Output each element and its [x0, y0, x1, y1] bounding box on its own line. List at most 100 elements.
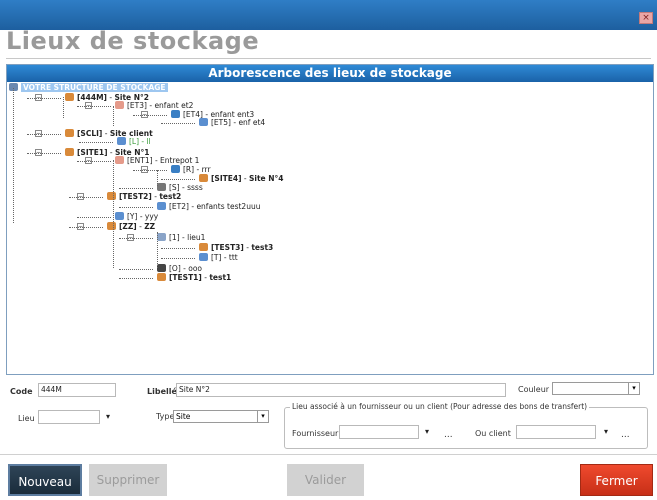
title-bar: × [0, 0, 657, 30]
shelf-icon [199, 118, 208, 126]
site-icon [107, 192, 116, 200]
building-icon [115, 156, 124, 164]
tree-connector [119, 278, 153, 279]
tree-node-label: enf et4 [238, 118, 266, 127]
building-icon [115, 101, 124, 109]
tree-node-label: test1 [209, 273, 232, 282]
pie-icon [171, 110, 180, 118]
tree-node-code: [444M] [77, 93, 107, 102]
pie-icon [171, 165, 180, 173]
lieu-field[interactable] [38, 410, 100, 424]
fournisseur-label: Fournisseur [292, 429, 339, 438]
tree-connector [157, 232, 158, 268]
tree-connector [161, 258, 195, 259]
supprimer-button[interactable]: Supprimer [89, 464, 167, 496]
tree-node-code: [ET5] [211, 118, 231, 127]
tree-node-separator: - [137, 212, 145, 221]
lieu-dropdown-icon[interactable]: ▾ [106, 412, 110, 421]
chevron-down-icon: ▾ [257, 411, 268, 422]
tree-node[interactable]: [L] - ll [117, 137, 151, 147]
tree-connector [63, 97, 64, 118]
site-icon [65, 93, 74, 101]
tree-connector [77, 161, 111, 162]
tree-node[interactable]: [T] - ttt [199, 253, 238, 263]
site-icon [199, 243, 208, 251]
client-dropdown-icon[interactable]: ▾ [604, 427, 608, 436]
tree-node[interactable]: − [1] - lieu1 [127, 233, 205, 243]
tree-node[interactable]: − [TEST2] - test2 [77, 192, 181, 202]
chevron-down-icon: ▾ [628, 383, 639, 394]
tree-node-label: ttt [228, 253, 238, 262]
tree-node-label: ZZ [144, 222, 156, 231]
site-icon [65, 129, 74, 137]
couleur-select[interactable]: ▾ [552, 382, 640, 395]
shelf-icon [199, 253, 208, 261]
tree-node-code: [ENT1] [127, 156, 153, 165]
tree-node-code: [1] [169, 233, 180, 242]
close-button[interactable]: × [639, 12, 653, 24]
libelle-label: Libellé [147, 387, 177, 396]
tree-root[interactable]: VOTRE STRUCTURE DE STOCKAGE [9, 83, 168, 93]
tree-node[interactable]: [ET2] - enfants test2uuu [157, 202, 260, 212]
tree-node-code: [O] [169, 264, 181, 273]
tree-node-separator: - [139, 137, 147, 146]
page-title: Lieux de stockage [6, 27, 260, 55]
title-divider [6, 58, 651, 59]
tree-node-code: [TEST1] [169, 273, 202, 282]
tree-node-code: [S] [169, 183, 180, 192]
tree-node-code: [TEST3] [211, 243, 244, 252]
tree-panel: Arborescence des lieux de stockage VOTRE… [6, 64, 654, 375]
tree-node-label: enfants test2uuu [196, 202, 261, 211]
tree-connector [27, 153, 61, 154]
tree-node-separator: - [179, 183, 188, 192]
tree-connector [157, 170, 158, 186]
tree-node-code: [R] [183, 165, 195, 174]
tree-node-label: ooo [188, 264, 203, 273]
tree-node[interactable]: [ET5] - enf et4 [199, 118, 265, 128]
tree-node-separator: - [102, 129, 110, 138]
tree-header: Arborescence des lieux de stockage [7, 65, 653, 82]
tree-node[interactable]: [TEST1] - test1 [157, 273, 231, 283]
tree-node-label: test3 [251, 243, 274, 252]
client-browse-button[interactable]: ... [621, 430, 630, 440]
tree-node-separator: - [107, 148, 115, 157]
tree-node[interactable]: − [ZZ] - ZZ [77, 222, 156, 232]
tree-connector [119, 238, 153, 239]
type-select[interactable]: Site ▾ [173, 410, 269, 423]
shelf-icon [117, 137, 126, 145]
tree-connector [119, 269, 153, 270]
site-icon [199, 174, 208, 182]
nouveau-button[interactable]: Nouveau [8, 464, 82, 496]
tree-node-separator: - [194, 165, 202, 174]
tree-node-separator: - [152, 156, 161, 165]
tree-connector [119, 188, 153, 189]
footer-divider [0, 454, 657, 455]
client-field[interactable] [516, 425, 596, 439]
tree-node[interactable]: [SITE4] - Site N°4 [199, 174, 284, 184]
tree-node-code: [L] [129, 137, 140, 146]
tree-node[interactable]: [TEST3] - test3 [199, 243, 273, 253]
tree-connector [13, 88, 14, 223]
window: × Lieux de stockage Arborescence des lie… [0, 0, 657, 500]
tree-connector [161, 248, 195, 249]
tree-node-code: [ET3] [127, 101, 147, 110]
tree-node[interactable]: [Y] - yyy [115, 212, 158, 222]
fournisseur-dropdown-icon[interactable]: ▾ [425, 427, 429, 436]
code-label: Code [10, 387, 33, 396]
tree-connector [133, 115, 167, 116]
code-field[interactable]: 444M [38, 383, 116, 397]
tree-connector [77, 106, 111, 107]
tree-node-code: [ZZ] [119, 222, 137, 231]
tree-connector [69, 197, 103, 198]
list-icon [157, 233, 166, 241]
fournisseur-field[interactable] [339, 425, 419, 439]
tree-connector [79, 142, 113, 143]
tree-node-separator: - [221, 253, 229, 262]
fermer-button[interactable]: Fermer [580, 464, 653, 496]
valider-button[interactable]: Valider [287, 464, 364, 496]
site-icon [157, 273, 166, 281]
tree-node-label: rrr [201, 165, 211, 174]
site-icon [107, 222, 116, 230]
libelle-field[interactable]: Site N°2 [176, 383, 506, 397]
fournisseur-browse-button[interactable]: ... [444, 430, 453, 440]
